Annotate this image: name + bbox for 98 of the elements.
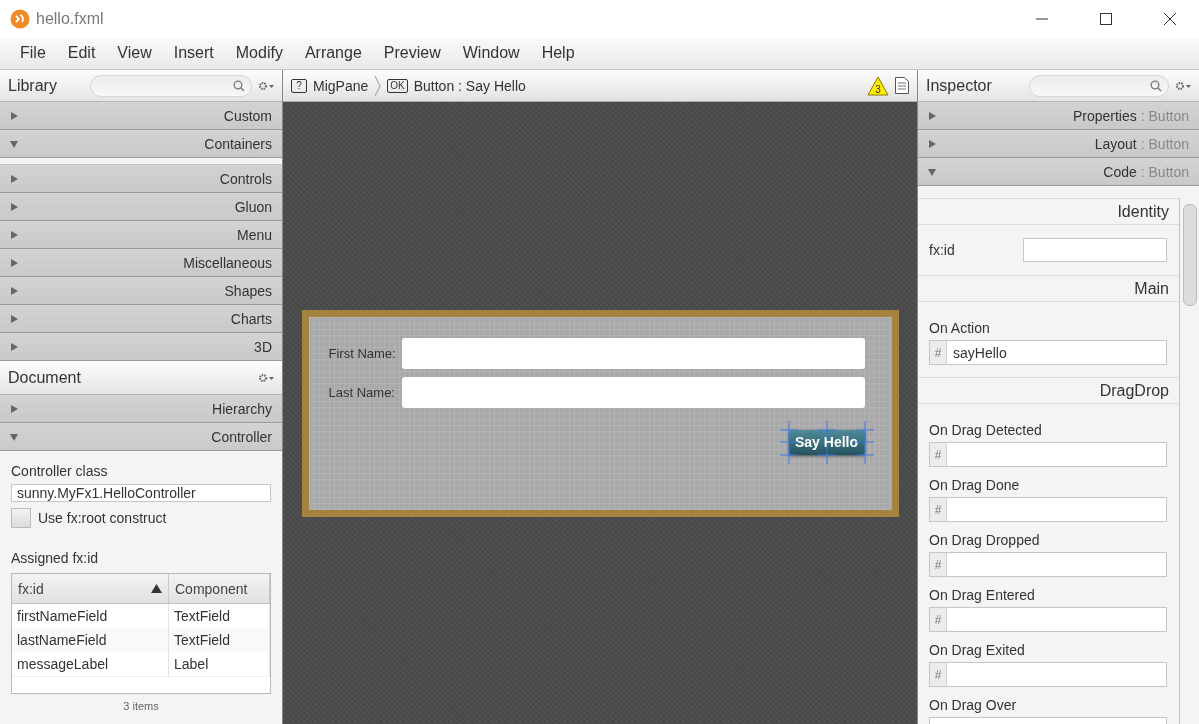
menu-item[interactable]: Window [451,40,531,66]
menu-item[interactable]: Arrange [293,40,373,66]
panel-title: Library [8,76,58,95]
field-label: On Drag Detected [929,422,1043,438]
hash-prefix: # [929,340,947,365]
field-label: On Drag Dropped [929,532,1041,548]
accordion-header[interactable]: 3D [0,333,282,361]
checkbox[interactable] [11,508,31,528]
field-label: Controller class [11,463,109,479]
hash-prefix: # [929,442,947,467]
field-label: On Drag Over [929,697,1018,713]
app-logo-icon [10,8,30,29]
search-icon [1150,79,1162,92]
accordion-header[interactable]: Custom [0,102,282,130]
text-field[interactable] [401,337,865,369]
breadcrumb-separator-icon [374,74,382,97]
text-field[interactable] [401,376,865,408]
menu-item[interactable]: Modify [224,40,294,66]
form-label: First Name: [328,345,397,361]
accordion-header[interactable]: Layout : Button [918,130,1199,158]
collapse-triangle-icon [10,432,18,441]
breadcrumb-item[interactable]: OK Button : Say Hello [387,77,526,94]
accordion-header[interactable]: Containers [0,130,282,158]
expand-triangle-icon [928,139,936,148]
group-heading: Main [918,275,1179,302]
hash-prefix: # [929,497,947,522]
hash-prefix: # [929,552,947,577]
table-cell: TextField [169,628,270,652]
event-handler-field[interactable] [947,662,1167,687]
field-label: On Drag Entered [929,587,1036,603]
expand-triangle-icon [10,111,18,120]
expand-triangle-icon [10,342,18,351]
window-title: hello.fxml [36,9,105,28]
maximize-icon [1100,12,1112,25]
menu-item[interactable]: Help [530,40,586,66]
expand-triangle-icon [10,202,18,211]
field-label: fx:id [929,242,956,258]
document-icon[interactable] [895,77,909,94]
menu-item[interactable]: File [9,40,57,66]
expand-triangle-icon [10,174,18,183]
event-handler-field[interactable] [947,552,1167,577]
expand-triangle-icon [10,404,18,413]
text-field[interactable] [1023,238,1167,262]
expand-triangle-icon [10,286,18,295]
table-cell: lastNameField [12,628,169,652]
panel-title: Inspector [926,76,993,95]
search-field[interactable] [90,74,252,97]
gear-menu-icon[interactable] [258,372,274,383]
collapse-triangle-icon [928,167,936,176]
controller-class-field[interactable]: sunny.MyFx1.HelloController [11,484,271,502]
accordion-header[interactable]: Charts [0,305,282,333]
hash-prefix: # [929,607,947,632]
form-label: Last Name: [328,384,396,400]
scrollbar-thumb[interactable] [1182,204,1197,306]
accordion-header[interactable]: Miscellaneous [0,249,282,277]
breadcrumb-item[interactable]: ? MigPane [291,77,369,94]
search-icon [233,79,245,92]
field-label: On Drag Exited [929,642,1026,658]
gear-menu-icon[interactable] [258,80,274,91]
warning-icon[interactable]: 3 [867,75,889,96]
search-field[interactable] [1029,74,1169,97]
accordion-header[interactable]: Controller [0,423,282,451]
collapse-triangle-icon [10,139,18,148]
accordion-header[interactable]: Gluon [0,193,282,221]
column-header[interactable]: fx:id [12,574,169,604]
item-count: 3 items [123,700,159,712]
accordion-header[interactable]: Menu [0,221,282,249]
gear-menu-icon[interactable] [1175,80,1191,91]
selection-handles[interactable] [778,419,875,465]
field-label: On Action [929,320,991,336]
field-label: On Drag Done [929,477,1021,493]
expand-triangle-icon [10,314,18,323]
column-header[interactable]: Component [169,574,270,604]
accordion-header[interactable]: Controls [0,165,282,193]
menu-item[interactable]: View [106,40,163,66]
accordion-header[interactable]: Code : Button [918,158,1199,186]
section-label: Assigned fx:id [11,550,100,566]
sort-ascending-icon [151,584,162,593]
hash-prefix: # [929,662,947,687]
expand-triangle-icon [10,230,18,239]
group-heading: DragDrop [918,377,1179,404]
group-heading: Identity [918,198,1179,225]
accordion-header[interactable]: Shapes [0,277,282,305]
accordion-header[interactable]: Properties : Button [918,102,1199,130]
checkbox-label: Use fx:root construct [38,510,167,526]
close-icon [1164,12,1176,25]
event-handler-field[interactable] [947,497,1167,522]
say-hello-button[interactable]: Say Hello [788,429,865,455]
menu-item[interactable]: Insert [162,40,225,66]
menu-item[interactable]: Preview [372,40,452,66]
event-handler-field[interactable]: sayHello [947,340,1167,365]
expand-triangle-icon [928,111,936,120]
event-handler-field[interactable] [947,607,1167,632]
event-handler-field[interactable] [947,442,1167,467]
panel-title: Document [8,368,82,387]
expand-triangle-icon [10,258,18,267]
menu-item[interactable]: Edit [56,40,107,66]
accordion-header[interactable]: Hierarchy [0,395,282,423]
